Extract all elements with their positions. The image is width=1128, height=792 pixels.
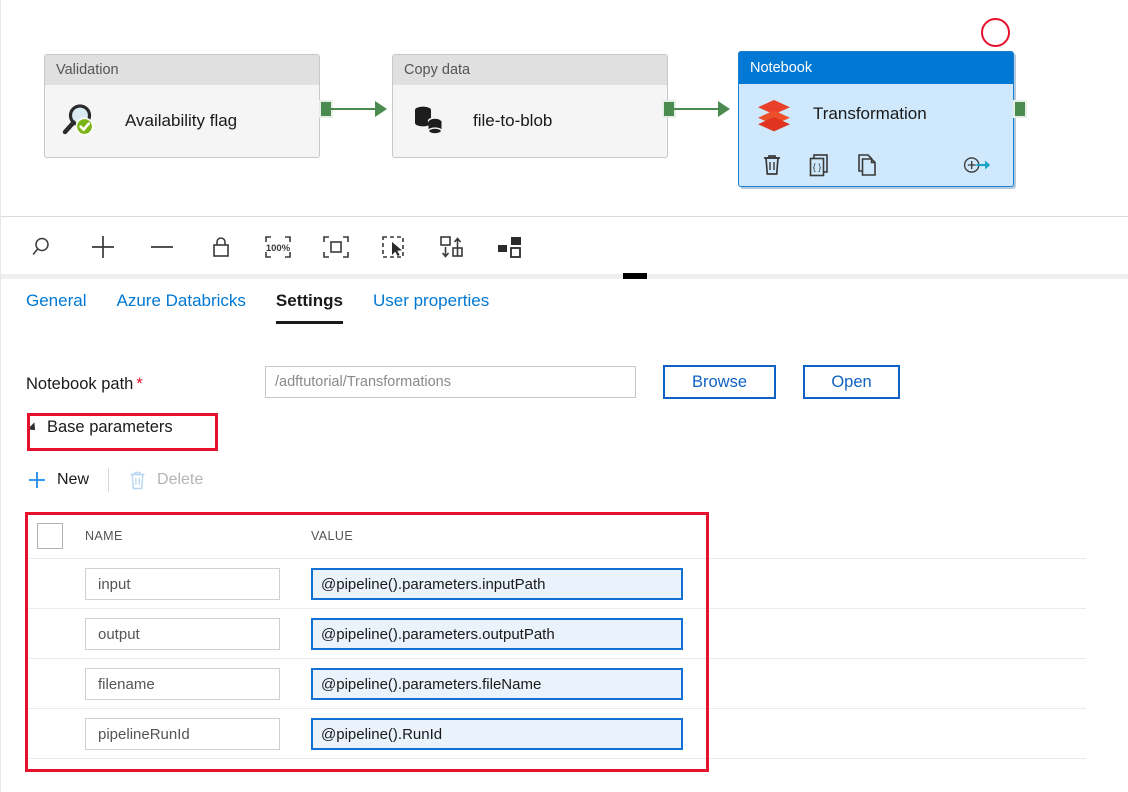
connector-line [674,108,720,110]
activity-name: Transformation [813,104,927,123]
table-row [27,609,1086,659]
pipeline-activity-notebook[interactable]: Notebook Transformation {} [738,51,1014,187]
parameter-value-input[interactable] [311,718,683,750]
code-braces-icon[interactable]: { } [804,150,834,180]
connector-line [331,108,377,110]
lock-icon[interactable] [200,226,242,268]
tab-general[interactable]: General [26,282,86,324]
magnifier-icon[interactable] [23,226,65,268]
command-separator [108,468,110,492]
panel-drag-handle[interactable] [623,273,647,279]
table-header-row: NAME VALUE [27,514,1086,559]
trash-icon[interactable] [757,150,787,180]
plus-icon[interactable] [82,226,124,268]
svg-text:{ }: { } [813,162,822,172]
open-button[interactable]: Open [803,365,900,399]
annotation-circle-notebook [981,18,1010,47]
pipeline-activity-validation[interactable]: Validation Availability flag [44,54,320,158]
panel-splitter[interactable] [1,274,1128,279]
connector-arrow [375,101,387,117]
notebook-path-label: Notebook path * [26,375,143,394]
canvas-toolbar: 100% [1,218,1128,276]
activity-type-label: Copy data [393,55,667,85]
delete-parameter-label: Delete [157,471,204,488]
parameter-value-input[interactable] [311,668,683,700]
database-copy-icon [409,99,453,143]
magnifier-check-icon [61,99,105,143]
base-parameters-table: NAME VALUE [27,514,1086,759]
parameter-value-input[interactable] [311,568,683,600]
activity-action-bar: { } [739,144,1013,186]
parameter-name-input[interactable] [85,618,280,650]
activity-type-label: Validation [45,55,319,85]
adf-pipeline-editor: Validation Availability flag Copy data f… [0,0,1128,792]
table-row [27,709,1086,759]
layout-icon[interactable] [489,226,531,268]
new-parameter-button[interactable]: New [27,470,89,490]
align-icon[interactable] [431,226,473,268]
minus-icon[interactable] [141,226,183,268]
plus-icon [27,470,47,490]
databricks-stack-icon [755,95,793,133]
notebook-path-label-text: Notebook path [26,375,134,393]
zoom-100-icon[interactable]: 100% [257,226,299,268]
pipeline-canvas[interactable]: Validation Availability flag Copy data f… [1,0,1128,217]
table-row [27,659,1086,709]
delete-parameter-button[interactable]: Delete [128,470,203,491]
base-parameters-command-bar: New Delete [27,462,203,498]
parameter-name-input[interactable] [85,568,280,600]
tab-azure-databricks[interactable]: Azure Databricks [116,282,245,324]
trash-icon [128,470,147,491]
browse-button[interactable]: Browse [663,365,776,399]
column-header-name: NAME [85,529,123,543]
zoom-level-text: 100% [266,243,291,254]
required-marker: * [136,375,143,393]
new-parameter-label: New [57,471,90,488]
add-arrow-icon[interactable] [963,150,993,180]
column-header-value: VALUE [311,529,354,543]
parameter-value-input[interactable] [311,618,683,650]
caret-down-icon [27,421,39,434]
table-row [27,559,1086,609]
activity-name: Availability flag [125,111,238,130]
base-parameters-section-toggle[interactable]: Base parameters [27,418,173,437]
fit-icon[interactable] [315,226,357,268]
marquee-cursor-icon[interactable] [373,226,415,268]
tab-settings[interactable]: Settings [275,282,343,324]
pipeline-activity-copy-data[interactable]: Copy data file-to-blob [392,54,668,158]
tab-user-properties[interactable]: User properties [373,282,489,324]
notebook-path-input[interactable] [265,366,636,398]
notebook-path-row: Notebook path* Browse Open [1,365,1128,406]
activity-name: file-to-blob [473,111,553,130]
properties-tablist: General Azure Databricks Settings User p… [1,282,1128,334]
base-parameters-label: Base parameters [47,418,173,436]
parameter-name-input[interactable] [85,668,280,700]
connector-endpoint[interactable] [1013,100,1027,118]
connector-arrow [718,101,730,117]
copy-pages-icon[interactable] [851,150,881,180]
select-all-checkbox[interactable] [37,523,63,549]
activity-type-label: Notebook [739,52,1013,84]
parameter-name-input[interactable] [85,718,280,750]
